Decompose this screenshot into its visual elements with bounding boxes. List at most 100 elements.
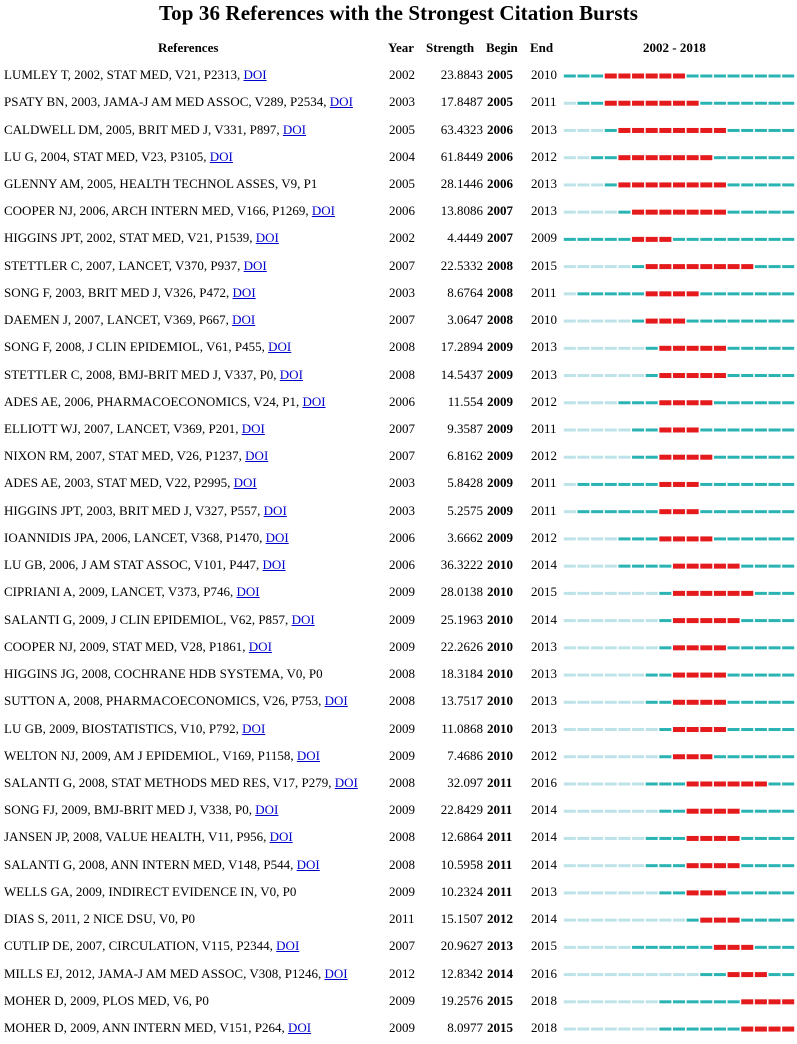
active-segment	[741, 564, 754, 568]
active-segment	[768, 374, 781, 378]
active-segment	[659, 728, 672, 732]
active-segment	[741, 428, 754, 432]
inactive-segment	[563, 401, 576, 405]
burst-segment	[659, 536, 672, 542]
active-segment	[604, 482, 617, 486]
active-segment	[741, 482, 754, 486]
inactive-segment	[645, 591, 658, 595]
inactive-segment	[577, 891, 590, 895]
burst-segment	[645, 318, 658, 324]
inactive-segment	[645, 1000, 658, 1004]
active-segment	[741, 455, 754, 459]
inactive-segment	[591, 918, 604, 922]
inactive-segment	[591, 591, 604, 595]
inactive-segment	[632, 619, 645, 623]
burst-segment	[632, 155, 645, 161]
burst-segment	[686, 536, 699, 542]
active-segment	[632, 428, 645, 432]
active-segment	[672, 945, 686, 949]
burst-segment	[659, 264, 672, 270]
inactive-segment	[591, 183, 604, 187]
burst-segment	[741, 781, 754, 787]
burst-segment	[700, 264, 713, 270]
active-segment	[754, 755, 767, 759]
burst-segment	[618, 127, 631, 133]
active-segment	[659, 564, 672, 568]
active-segment	[782, 891, 795, 895]
active-segment	[782, 619, 795, 623]
inactive-segment	[563, 564, 576, 568]
active-segment	[672, 891, 686, 895]
active-segment	[713, 401, 726, 405]
active-segment	[686, 319, 699, 323]
burst-segment	[741, 999, 754, 1005]
active-segment	[768, 510, 781, 514]
active-segment	[782, 700, 795, 704]
inactive-segment	[618, 619, 631, 623]
inactive-segment	[618, 809, 631, 813]
burst-segment	[700, 182, 713, 188]
burst-segment	[672, 345, 686, 351]
burst-segment	[713, 917, 726, 923]
burst-segment	[672, 563, 686, 569]
burst-segment	[782, 1026, 795, 1032]
burst-segment	[672, 590, 686, 596]
inactive-segment	[577, 836, 590, 840]
burst-segment	[672, 618, 686, 624]
burst-segment	[686, 291, 699, 297]
active-segment	[768, 564, 781, 568]
burst-segment	[713, 890, 726, 896]
inactive-segment	[563, 537, 576, 541]
active-segment	[741, 292, 754, 296]
active-segment	[632, 945, 645, 949]
inactive-segment	[563, 156, 576, 160]
active-segment	[727, 537, 740, 541]
active-segment	[700, 482, 713, 486]
inactive-segment	[577, 128, 590, 132]
inactive-segment	[618, 891, 631, 895]
active-segment	[727, 891, 740, 895]
active-segment	[741, 700, 754, 704]
active-segment	[645, 700, 658, 704]
active-segment	[768, 728, 781, 732]
active-segment	[659, 1000, 672, 1004]
burst-segment	[672, 127, 686, 133]
active-segment	[782, 265, 795, 269]
burst-segment	[700, 563, 713, 569]
inactive-segment	[563, 1027, 576, 1031]
burst-segment	[645, 182, 658, 188]
inactive-segment	[563, 374, 576, 378]
active-segment	[591, 74, 604, 78]
inactive-segment	[591, 728, 604, 732]
active-segment	[700, 101, 713, 105]
inactive-segment	[632, 864, 645, 868]
active-segment	[727, 1000, 740, 1004]
inactive-segment	[618, 319, 631, 323]
active-segment	[713, 482, 726, 486]
inactive-segment	[577, 183, 590, 187]
inactive-segment	[563, 864, 576, 868]
burst-segment	[768, 999, 781, 1005]
active-segment	[768, 945, 781, 949]
burst-segment	[686, 727, 699, 733]
burst-segment	[700, 835, 713, 841]
inactive-segment	[591, 564, 604, 568]
active-segment	[782, 945, 795, 949]
active-segment	[700, 1000, 713, 1004]
inactive-segment	[618, 1027, 631, 1031]
burst-segment	[672, 373, 686, 379]
active-segment	[768, 101, 781, 105]
burst-segment	[700, 590, 713, 596]
active-segment	[645, 510, 658, 514]
inactive-segment	[618, 728, 631, 732]
burst-segment	[672, 481, 686, 487]
burst-segment	[713, 727, 726, 733]
active-segment	[741, 128, 754, 132]
burst-segment	[700, 727, 713, 733]
active-segment	[782, 591, 795, 595]
inactive-segment	[563, 728, 576, 732]
burst-segment	[700, 699, 713, 705]
active-segment	[754, 537, 767, 541]
active-segment	[713, 156, 726, 160]
active-segment	[754, 319, 767, 323]
